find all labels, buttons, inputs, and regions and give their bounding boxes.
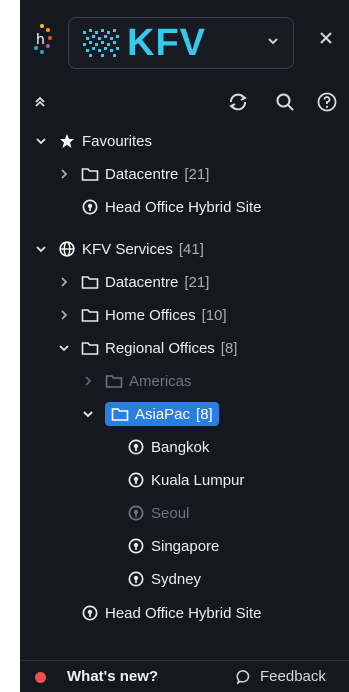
tree-item-kuala-lumpur[interactable]: Kuala Lumpur — [20, 465, 349, 495]
search-button[interactable] — [273, 90, 297, 114]
tree-item-fav-datacentre[interactable]: Datacentre [21] — [20, 159, 349, 189]
tree-item-label: Home Offices — [105, 306, 196, 324]
tree-item-regional-offices[interactable]: Regional Offices [8] — [20, 333, 349, 363]
tree-item-count: [8] — [196, 405, 213, 423]
location-pin-icon — [81, 604, 99, 622]
feedback-label: Feedback — [260, 668, 326, 685]
close-icon — [320, 32, 332, 44]
tree-item-count: [8] — [220, 339, 238, 357]
globe-icon — [58, 240, 76, 258]
tree-item-home-offices[interactable]: Home Offices [10] — [20, 300, 349, 330]
tree-item-head-office[interactable]: Head Office Hybrid Site — [20, 598, 349, 628]
chevron-right-icon[interactable] — [57, 308, 71, 322]
selected-node[interactable]: AsiaPac [8] — [105, 402, 219, 426]
org-logo-pattern — [83, 29, 119, 57]
speech-bubble-icon — [236, 669, 250, 685]
tree-item-label: Head Office Hybrid Site — [105, 604, 262, 622]
tree-item-label: Seoul — [151, 504, 190, 522]
app-header: h KFV — [20, 0, 349, 84]
location-pin-icon — [127, 537, 145, 555]
org-name: KFV — [127, 22, 206, 64]
tree-item-label: Datacentre — [105, 273, 179, 291]
tree-item-count: [21] — [184, 165, 210, 183]
close-button[interactable] — [314, 27, 338, 51]
tree-item-svc-datacentre[interactable]: Datacentre [21] — [20, 267, 349, 297]
chevron-down-icon[interactable] — [34, 242, 48, 256]
refresh-icon — [229, 93, 247, 111]
app-logo: h — [30, 22, 54, 58]
location-pin-icon — [127, 504, 145, 522]
folder-icon — [81, 273, 99, 291]
tree-item-label: AsiaPac — [135, 405, 191, 423]
refresh-button[interactable] — [226, 90, 250, 114]
tree-item-asiapac[interactable]: AsiaPac [8] — [20, 399, 349, 429]
location-pin-icon — [81, 198, 99, 216]
tree-item-label: Americas — [129, 372, 192, 390]
navigation-panel: h KFV Favourites Datacentre [21] Head Of… — [20, 0, 349, 692]
location-pin-icon — [127, 570, 145, 588]
star-icon — [58, 132, 76, 150]
help-icon — [317, 92, 337, 112]
chevron-down-icon[interactable] — [34, 134, 48, 148]
chevron-right-icon[interactable] — [81, 374, 95, 388]
tree-item-label: Kuala Lumpur — [151, 471, 245, 489]
chevron-down-icon[interactable] — [81, 407, 95, 421]
tree-item-label: Sydney — [151, 570, 202, 588]
tree-item-label: Singapore — [151, 537, 220, 555]
tree-item-bangkok[interactable]: Bangkok — [20, 432, 349, 462]
feedback-button[interactable]: Feedback — [236, 668, 326, 685]
tree-item-count: [10] — [201, 306, 227, 324]
svg-text:h: h — [36, 32, 45, 48]
chevron-down-icon — [267, 34, 279, 50]
folder-icon — [81, 306, 99, 324]
chevron-right-icon[interactable] — [57, 167, 71, 181]
tree-item-count: [21] — [184, 273, 210, 291]
tree-item-favourites[interactable]: Favourites — [20, 126, 349, 156]
chevron-down-icon[interactable] — [57, 341, 71, 355]
notification-dot — [35, 672, 46, 683]
tree-item-kfv-services[interactable]: KFV Services [41] — [20, 234, 349, 264]
folder-icon — [81, 339, 99, 357]
folder-icon — [111, 405, 129, 423]
tree-item-label: KFV Services — [82, 240, 173, 258]
tree-item-sydney[interactable]: Sydney — [20, 564, 349, 594]
whats-new-link[interactable]: What's new? — [67, 668, 158, 685]
tree-item-fav-head-office[interactable]: Head Office Hybrid Site — [20, 192, 349, 222]
tree-item-label: Favourites — [82, 132, 153, 150]
tree-item-count: [41] — [178, 240, 204, 258]
tree-item-label: Bangkok — [151, 438, 210, 456]
tree-item-label: Head Office Hybrid Site — [105, 198, 262, 216]
search-icon — [276, 93, 294, 111]
tree-item-americas[interactable]: Americas — [20, 366, 349, 396]
org-switcher[interactable]: KFV — [68, 17, 294, 69]
chevron-right-icon[interactable] — [57, 275, 71, 289]
tree-toolbar — [20, 84, 349, 120]
tree-item-seoul[interactable]: Seoul — [20, 498, 349, 528]
panel-footer: What's new? Feedback — [20, 660, 349, 692]
location-pin-icon — [127, 471, 145, 489]
tree-item-label: Datacentre — [105, 165, 179, 183]
tree-item-singapore[interactable]: Singapore — [20, 531, 349, 561]
tree-item-label: Regional Offices — [105, 339, 215, 357]
folder-icon — [105, 372, 123, 390]
collapse-all-button[interactable] — [28, 90, 52, 114]
double-chevron-up-icon — [35, 96, 45, 107]
folder-icon — [81, 165, 99, 183]
help-button[interactable] — [315, 90, 339, 114]
location-pin-icon — [127, 438, 145, 456]
